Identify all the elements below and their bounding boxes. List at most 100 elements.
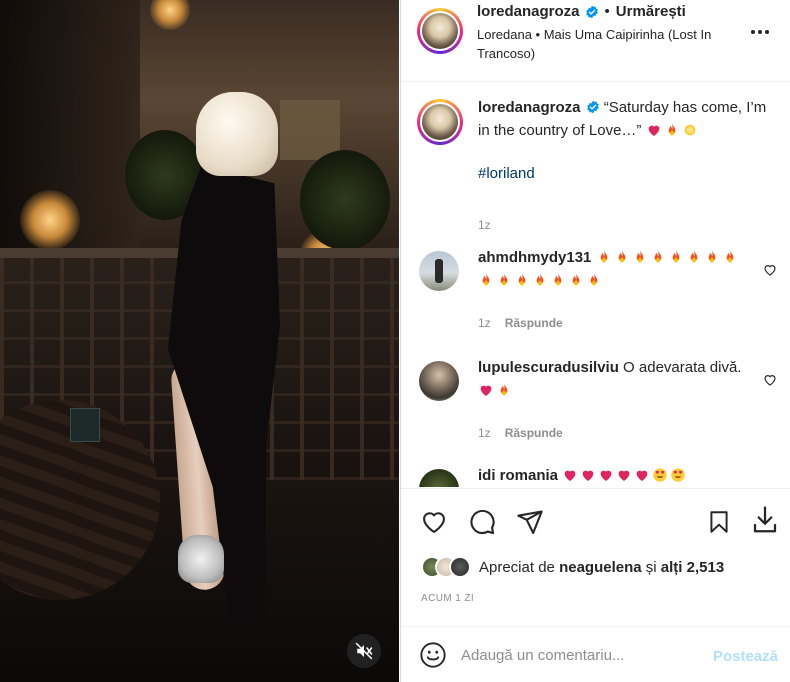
fire-emoji-icon: [726, 250, 733, 263]
post-video[interactable]: [0, 0, 399, 682]
download-button[interactable]: [750, 505, 780, 535]
fire-emoji-icon: [572, 273, 580, 286]
paper-plane-icon: [517, 510, 543, 535]
save-button[interactable]: [704, 507, 734, 537]
fire-emoji-icon: [672, 250, 679, 263]
comment-text: ahmdhmydy131: [478, 246, 753, 292]
mute-button[interactable]: [347, 634, 381, 668]
woman-hair: [196, 92, 278, 176]
fire-emoji-icon: [536, 273, 544, 286]
like-button[interactable]: [419, 507, 449, 537]
fire-emoji-icon: [600, 250, 607, 263]
author-line: loredanagroza • Urmărești: [477, 3, 686, 20]
fire-emoji-icon: [636, 250, 643, 263]
caption-body: loredanagroza “Saturday has come, I’m in…: [478, 96, 778, 185]
commenter-username[interactable]: idi romania: [478, 467, 558, 484]
more-dot-icon: [751, 30, 755, 34]
download-icon: [753, 506, 777, 533]
post-comment-button[interactable]: Postează: [713, 648, 778, 665]
heart-emoji-icon: [648, 125, 659, 136]
comment-body: O adevarata divă.: [623, 359, 742, 376]
add-comment-bar: Postează: [401, 626, 790, 682]
fire-emoji-icon: [518, 273, 526, 286]
comment-item: idi romania: [417, 467, 787, 487]
woman-shoe: [178, 535, 224, 583]
post-timestamp: ACUM 1 ZI: [421, 593, 475, 604]
palm-plant: [300, 150, 390, 250]
comment-time: 1z: [478, 426, 491, 440]
heart-emoji-icon: [564, 470, 576, 481]
author-username[interactable]: loredanagroza: [477, 3, 580, 20]
likes-summary[interactable]: Apreciat de neaguelena și alți 2,513: [421, 556, 724, 578]
heart-icon: [423, 512, 445, 533]
fire-emoji-icon: [690, 250, 697, 263]
heart-emoji-icon: [480, 385, 492, 396]
reply-button[interactable]: Răspunde: [505, 316, 563, 330]
comment-item: ahmdhmydy131 1z Răspunde: [417, 249, 787, 341]
comment-item: lupulescuradusilviu O adevarata divă. 1z…: [417, 359, 787, 451]
heart-emoji-icon: [600, 470, 612, 481]
hashtag-link[interactable]: #loriland: [478, 162, 778, 185]
fire-emoji-icon: [554, 273, 562, 286]
comments-list[interactable]: loredanagroza “Saturday has come, I’m in…: [401, 83, 790, 487]
fire-emoji-icon: [708, 250, 715, 263]
speaker-muted-icon: [355, 642, 373, 660]
comment-meta: 1z Răspunde: [478, 426, 563, 440]
more-dot-icon: [758, 30, 762, 34]
likes-prefix: Apreciat de: [479, 558, 555, 576]
sun-emoji-icon: [684, 124, 695, 136]
fire-emoji-icon: [482, 273, 490, 286]
comment-bubble-icon: [470, 509, 495, 535]
fire-emoji-icon: [500, 273, 508, 286]
comment-emoji-row: [562, 467, 688, 484]
bookmark-icon: [710, 511, 728, 533]
like-comment-heart-icon[interactable]: [763, 263, 777, 277]
separator-dot: •: [604, 3, 610, 20]
author-avatar[interactable]: [417, 8, 463, 54]
post-actions: Apreciat de neaguelena și alți 2,513 ACU…: [401, 488, 790, 610]
post-header: loredanagroza • Urmărești Loredana • Mai…: [401, 0, 790, 82]
audio-track-link[interactable]: Loredana • Mais Uma Caipirinha (Lost In …: [477, 25, 747, 63]
comment-time: 1z: [478, 316, 491, 330]
fire-emoji-icon: [500, 383, 508, 396]
glass: [70, 408, 100, 442]
caption-time: 1z: [478, 218, 491, 232]
likes-middle: și: [645, 558, 657, 576]
liker-avatar: [449, 556, 471, 578]
comment-text: lupulescuradusilviu O adevarata divă.: [478, 356, 753, 402]
likes-user[interactable]: neaguelena: [559, 559, 642, 576]
following-button[interactable]: Urmărești: [616, 3, 686, 20]
comment-text: idi romania: [478, 464, 753, 487]
comment-button[interactable]: [467, 507, 497, 537]
commenter-username[interactable]: lupulescuradusilviu: [478, 359, 619, 376]
likes-text: Apreciat de neaguelena și alți 2,513: [479, 559, 724, 576]
commenter-username[interactable]: ahmdhmydy131: [478, 249, 591, 266]
commenter-avatar[interactable]: [419, 251, 459, 291]
commenter-avatar[interactable]: [419, 469, 459, 487]
background-window: [280, 100, 340, 160]
reply-button[interactable]: Răspunde: [505, 426, 563, 440]
heart-eyes-emoji-icon: [671, 468, 685, 482]
verified-badge-icon: [586, 100, 599, 114]
fire-emoji-icon: [618, 250, 625, 263]
share-button[interactable]: [515, 507, 545, 537]
fire-emoji-icon: [654, 250, 661, 263]
fire-emoji-icon: [668, 123, 675, 136]
more-options-button[interactable]: [748, 22, 772, 42]
heart-emoji-icon: [636, 470, 648, 481]
heart-emoji-icon: [618, 470, 630, 481]
fire-emoji-icon: [590, 273, 598, 286]
caption-avatar[interactable]: [417, 99, 463, 145]
background-lamp: [20, 190, 80, 250]
comment-input[interactable]: [461, 641, 681, 669]
commenter-avatar[interactable]: [419, 361, 459, 401]
comment-meta: 1z Răspunde: [478, 316, 563, 330]
likes-others[interactable]: alți 2,513: [661, 559, 724, 576]
heart-emoji-icon: [582, 470, 594, 481]
smiley-icon: [420, 642, 446, 668]
caption-username[interactable]: loredanagroza: [478, 99, 581, 116]
verified-badge-icon: [585, 5, 598, 18]
like-comment-heart-icon[interactable]: [763, 373, 777, 387]
more-dot-icon: [765, 30, 769, 34]
emoji-picker-button[interactable]: [419, 641, 449, 671]
